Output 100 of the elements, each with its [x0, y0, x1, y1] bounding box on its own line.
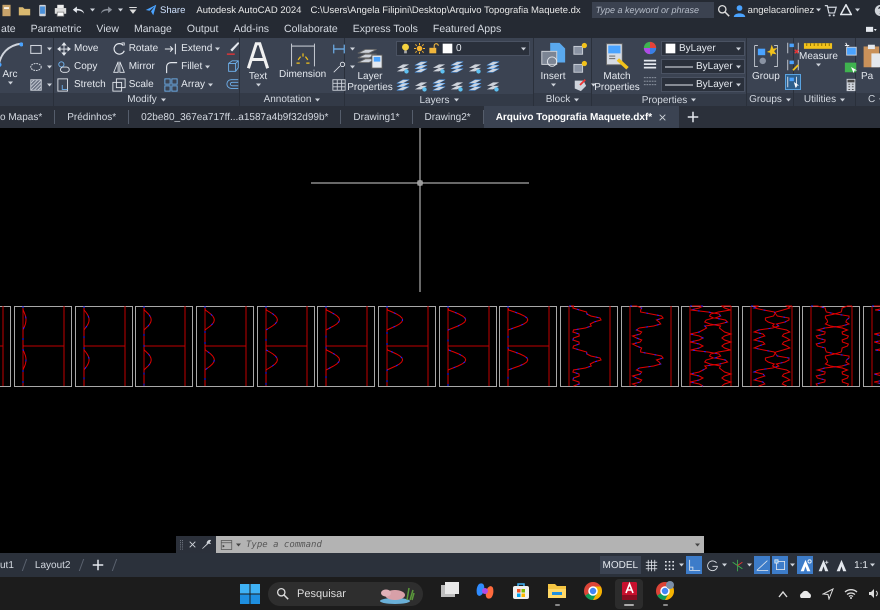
insert-button[interactable]: Insert: [537, 41, 569, 88]
panel-title[interactable]: Groups: [747, 93, 793, 106]
ribbon-tab[interactable]: Output: [186, 23, 218, 35]
leader-icon[interactable]: [332, 60, 346, 74]
command-line-handle[interactable]: [176, 536, 216, 553]
close-icon[interactable]: [188, 540, 197, 549]
panel-title[interactable]: Properties: [592, 94, 746, 106]
layer-tool-icon[interactable]: [450, 60, 464, 74]
hatch-icon[interactable]: [29, 78, 43, 92]
new-tab-icon[interactable]: [687, 111, 700, 123]
group-select-icon[interactable]: [786, 75, 800, 89]
add-layout-icon[interactable]: [92, 559, 104, 571]
block-attribute-icon[interactable]: [573, 78, 587, 92]
layer-tool-icon[interactable]: [486, 60, 500, 74]
tool-button[interactable]: Array: [164, 77, 220, 92]
command-bar[interactable]: Type a command: [216, 536, 704, 553]
speaker-icon[interactable]: [868, 588, 878, 599]
panel-title[interactable]: Block: [534, 93, 591, 106]
ribbon-tab[interactable]: ate: [1, 23, 16, 35]
console-icon[interactable]: [220, 538, 233, 550]
status-toggle[interactable]: [772, 556, 788, 574]
layer-tool-icon[interactable]: [468, 78, 482, 92]
close-icon[interactable]: [658, 112, 668, 122]
wifi-icon[interactable]: [844, 588, 858, 599]
table-icon[interactable]: [332, 78, 346, 92]
group-edit-icon[interactable]: [786, 58, 800, 72]
measure-button[interactable]: Measure: [797, 41, 840, 68]
taskbar-app[interactable]: [615, 578, 643, 608]
search-icon[interactable]: [716, 4, 730, 16]
tool-button[interactable]: Fillet: [164, 59, 220, 74]
wrench-icon[interactable]: [201, 539, 212, 550]
calculator-icon[interactable]: [844, 78, 858, 92]
tool-button[interactable]: Mirror: [112, 59, 158, 74]
tool-button[interactable]: Scale: [112, 77, 158, 92]
panel-toggle-icon[interactable]: [864, 24, 878, 34]
panel-title[interactable]: C: [856, 93, 880, 106]
lineweight-dropdown[interactable]: ByLayer: [661, 59, 745, 74]
location-icon[interactable]: [822, 588, 834, 600]
triangle-icon[interactable]: [840, 4, 852, 16]
tool-button[interactable]: Rotate: [112, 41, 158, 56]
ribbon-tab[interactable]: Manage: [134, 23, 172, 35]
panel-title[interactable]: Annotation: [240, 93, 344, 106]
search-field[interactable]: Pesquisar: [295, 586, 373, 600]
tool-button[interactable]: Stretch: [57, 77, 106, 92]
match-properties-button[interactable]: Match Properties: [595, 41, 639, 94]
offset-icon[interactable]: [226, 77, 240, 91]
layer-properties-button[interactable]: Layer Properties: [348, 41, 392, 94]
ribbon-tab[interactable]: Featured Apps: [432, 23, 502, 35]
undo-icon[interactable]: [72, 4, 85, 16]
color-dropdown[interactable]: ByLayer: [661, 41, 745, 56]
arc-button[interactable]: Arc: [0, 41, 25, 86]
cart-icon[interactable]: [824, 4, 838, 16]
text-button[interactable]: Text: [243, 41, 273, 88]
grip-icon[interactable]: [179, 538, 184, 550]
search-field[interactable]: Type a keyword or phrase: [592, 2, 714, 18]
layer-tool-icon[interactable]: [432, 78, 446, 92]
tool-button[interactable]: Extend: [164, 41, 220, 56]
windows-logo-icon[interactable]: [240, 584, 260, 604]
ribbon-tab[interactable]: Collaborate: [284, 23, 338, 35]
document-tab[interactable]: Arquivo Topografia Maquete.dxf*: [484, 106, 680, 128]
model-button[interactable]: MODEL: [600, 556, 642, 574]
layer-tool-icon[interactable]: [396, 78, 410, 92]
ribbon-tab[interactable]: Add-ins: [233, 23, 270, 35]
panel-title[interactable]: Layers: [345, 94, 533, 106]
panel-title[interactable]: Utilities: [794, 93, 855, 106]
document-tab[interactable]: 02be80_367ea717ff...a1587a4b9f32d99b*: [129, 110, 342, 124]
ungroup-icon[interactable]: [786, 41, 800, 55]
command-field[interactable]: Type a command: [244, 537, 692, 552]
layout-tab[interactable]: Layout2: [28, 560, 76, 570]
customize-icon[interactable]: [128, 4, 138, 16]
layout-tab[interactable]: ut1: [0, 560, 20, 570]
document-tab[interactable]: Drawing1*: [341, 110, 413, 124]
quick-select-icon[interactable]: [844, 42, 858, 56]
linear-dimension-icon[interactable]: [332, 42, 346, 56]
status-toggle[interactable]: [797, 556, 814, 574]
status-toggle[interactable]: [754, 556, 770, 574]
cube-icon[interactable]: [226, 59, 240, 73]
eraser-icon[interactable]: [226, 41, 240, 55]
file-icon[interactable]: [0, 4, 13, 16]
block-edit-icon[interactable]: [573, 60, 587, 74]
layer-dropdown[interactable]: 0: [396, 41, 530, 56]
group-button[interactable]: Group: [750, 41, 782, 83]
print-icon[interactable]: [54, 4, 67, 16]
tool-button[interactable]: Move: [57, 41, 106, 56]
cloud-icon[interactable]: [798, 588, 812, 598]
dimension-button[interactable]: Dimension: [277, 41, 328, 81]
ribbon-tab[interactable]: Express Tools: [352, 23, 418, 35]
scale-menu[interactable]: 1:1: [851, 560, 878, 570]
color-wheel-icon[interactable]: [643, 41, 657, 55]
select-similar-icon[interactable]: [844, 60, 858, 74]
block-icon[interactable]: [573, 42, 587, 56]
document-tab[interactable]: Prédinhos*: [55, 110, 130, 124]
redo-icon[interactable]: [100, 4, 113, 16]
document-tab[interactable]: o Mapas*: [0, 110, 56, 124]
ribbon-tab[interactable]: Parametric: [30, 23, 82, 35]
share-button[interactable]: Share: [145, 4, 186, 16]
taskbar-search-bar[interactable]: Pesquisar: [268, 582, 423, 606]
panel-title[interactable]: Modify: [54, 93, 239, 106]
linetype-dropdown[interactable]: ByLayer: [661, 77, 745, 92]
ribbon-tab[interactable]: View: [96, 23, 119, 35]
